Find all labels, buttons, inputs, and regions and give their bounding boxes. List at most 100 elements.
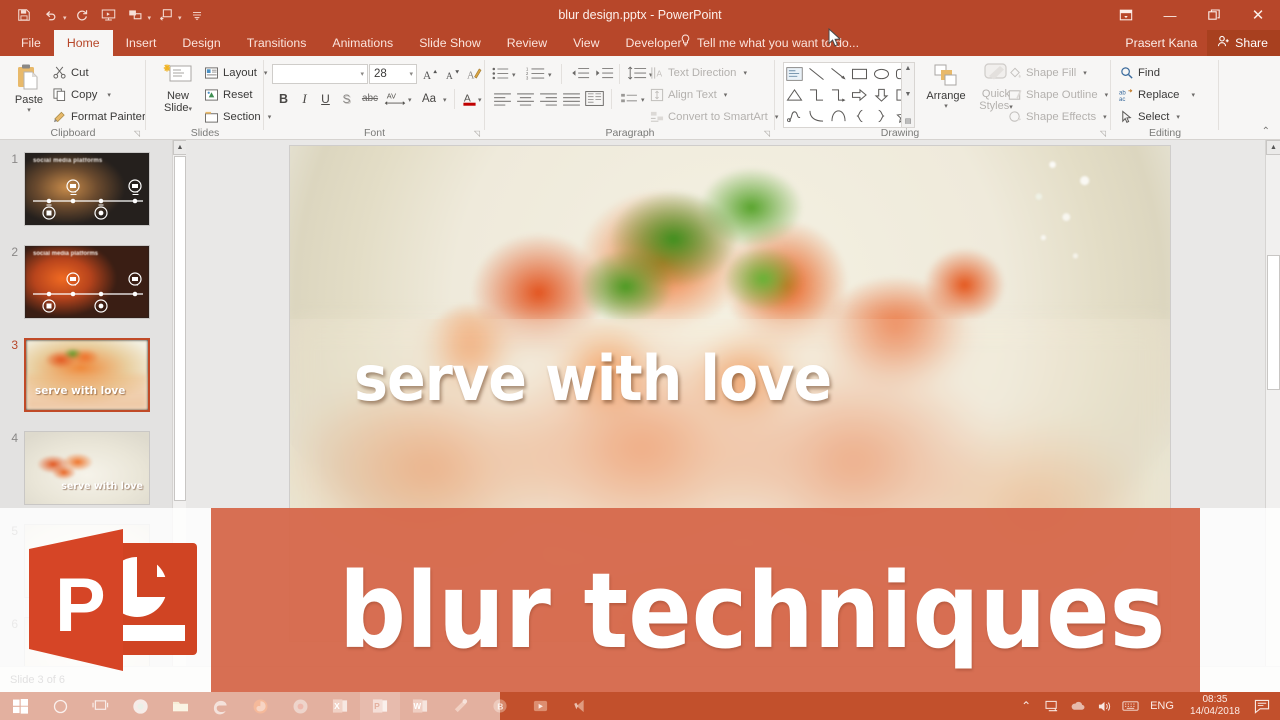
- clock[interactable]: 08:35 14/04/2018: [1182, 694, 1248, 718]
- slide-thumbnail-2[interactable]: social media platforms: [24, 245, 150, 319]
- shapes-scroll-up-icon[interactable]: ▲: [905, 65, 912, 72]
- replace-dropdown-icon[interactable]: ▾: [1191, 91, 1195, 99]
- numbering-button[interactable]: 123: [525, 64, 547, 83]
- line-spacing-button[interactable]: [626, 64, 648, 83]
- tab-transitions[interactable]: Transitions: [234, 30, 320, 56]
- shape-right-brace-icon[interactable]: [871, 105, 893, 126]
- file-explorer-icon[interactable]: [160, 692, 200, 720]
- slide-scrollbar-thumb[interactable]: [1267, 255, 1280, 390]
- shape-outline-dropdown-icon[interactable]: ▾: [1105, 91, 1109, 99]
- shape-elbow-arrow-connector-icon[interactable]: [827, 84, 849, 105]
- chrome-taskbar-icon[interactable]: [280, 692, 320, 720]
- task-view-icon[interactable]: [80, 692, 120, 720]
- numbering-dropdown-icon[interactable]: ▾: [548, 71, 552, 79]
- font-size-dropdown-icon[interactable]: ▾: [409, 70, 413, 78]
- new-slide-button[interactable]: New Slide▾: [154, 62, 202, 116]
- increase-indent-button[interactable]: [593, 64, 615, 83]
- edge-icon[interactable]: [200, 692, 240, 720]
- character-spacing-dropdown-icon[interactable]: ▾: [408, 96, 412, 104]
- align-right-button[interactable]: [537, 89, 559, 108]
- bandicam-icon[interactable]: B: [480, 692, 520, 720]
- align-text-dropdown-icon[interactable]: ▾: [724, 91, 728, 99]
- cut-button[interactable]: Cut: [52, 65, 89, 80]
- italic-button[interactable]: I: [295, 89, 314, 108]
- drawing-dialog-launcher[interactable]: ◹: [1100, 129, 1106, 138]
- slide-thumbnail-3[interactable]: serve with love: [24, 338, 150, 412]
- shape-fill-button[interactable]: Shape Fill ▾: [1007, 65, 1087, 80]
- increase-font-size-button[interactable]: A: [420, 64, 441, 84]
- decrease-font-size-button[interactable]: A: [442, 64, 463, 84]
- share-button[interactable]: Share: [1207, 30, 1280, 56]
- underline-button[interactable]: U: [316, 89, 335, 108]
- undo-dropdown-icon[interactable]: ▾: [63, 14, 67, 22]
- columns-button[interactable]: [583, 89, 605, 108]
- shapes-gallery[interactable]: ▲ ▼ ▤: [783, 62, 915, 128]
- shape-scribble-icon[interactable]: [784, 105, 806, 126]
- decrease-indent-button[interactable]: [569, 64, 591, 83]
- shape-rectangle-icon[interactable]: [849, 63, 871, 84]
- thumbnail-scrollbar-thumb[interactable]: [174, 156, 186, 501]
- change-case-dropdown-icon[interactable]: ▾: [443, 96, 447, 104]
- shape-triangle-icon[interactable]: [784, 84, 806, 105]
- tab-slide-show[interactable]: Slide Show: [406, 30, 494, 56]
- paste-button[interactable]: Paste ▾: [6, 62, 52, 114]
- thumbnail-row-4[interactable]: 4 serve with love: [0, 431, 150, 505]
- tab-file[interactable]: File: [8, 30, 54, 56]
- shapes-scroll-down-icon[interactable]: ▼: [905, 91, 912, 98]
- slide-title-textbox[interactable]: serve with love: [354, 346, 1053, 412]
- tab-insert[interactable]: Insert: [113, 30, 170, 56]
- tab-review[interactable]: Review: [494, 30, 560, 56]
- replace-button[interactable]: ab ac Replace ▾: [1119, 87, 1195, 102]
- bullets-button[interactable]: [491, 64, 511, 83]
- bullets-dropdown-icon[interactable]: ▾: [512, 71, 516, 79]
- thumbnail-row-1[interactable]: 1 social media platforms: [0, 152, 150, 226]
- shape-arc-icon[interactable]: [827, 105, 849, 126]
- shape-down-arrow-icon[interactable]: [871, 84, 893, 105]
- convert-to-smartart-button[interactable]: Convert to SmartArt ▾: [649, 109, 778, 124]
- layout-button[interactable]: Layout ▾: [204, 65, 267, 80]
- thumbnail-row-2[interactable]: 2 social media platforms: [0, 245, 150, 319]
- justify-button[interactable]: [560, 89, 582, 108]
- undo-icon[interactable]: [39, 3, 63, 27]
- slide-scroll-up-button[interactable]: ▲: [1266, 140, 1280, 155]
- shape-left-brace-icon[interactable]: [849, 105, 871, 126]
- format-painter-button[interactable]: Format Painter: [52, 109, 146, 124]
- font-dialog-launcher[interactable]: ◹: [474, 129, 480, 138]
- strikethrough-button[interactable]: abc: [358, 89, 382, 108]
- show-hidden-icons-button[interactable]: ⌃: [1014, 692, 1038, 720]
- shape-right-arrow-icon[interactable]: [849, 84, 871, 105]
- change-case-button[interactable]: Aa: [416, 89, 442, 108]
- shapes-gallery-scrollbar[interactable]: ▲ ▼ ▤: [901, 63, 914, 127]
- shape-effects-button[interactable]: Shape Effects ▾: [1007, 109, 1107, 124]
- paragraph-dialog-launcher[interactable]: ◹: [764, 129, 770, 138]
- tab-view[interactable]: View: [560, 30, 612, 56]
- font-size-input[interactable]: 28 ▾: [369, 64, 417, 84]
- section-button[interactable]: Section ▾: [204, 109, 271, 124]
- language-indicator[interactable]: ENG: [1144, 700, 1180, 712]
- reset-button[interactable]: Reset: [204, 87, 253, 102]
- shape-fill-dropdown-icon[interactable]: ▾: [1083, 69, 1087, 77]
- restore-button[interactable]: [1192, 0, 1236, 30]
- shape-textbox-icon[interactable]: [784, 63, 806, 84]
- shape-outline-button[interactable]: Shape Outline ▾: [1007, 87, 1108, 102]
- select-dropdown-icon[interactable]: ▾: [1176, 113, 1180, 121]
- shape-oval-icon[interactable]: [871, 63, 893, 84]
- network-icon[interactable]: [1040, 692, 1064, 720]
- action-center-icon[interactable]: [1250, 692, 1274, 720]
- thumbnail-row-3[interactable]: 3 serve with love: [0, 338, 150, 412]
- copy-dropdown-icon[interactable]: ▾: [107, 91, 111, 99]
- visual-studio-code-icon[interactable]: [560, 692, 600, 720]
- tab-home[interactable]: Home: [53, 30, 113, 56]
- align-left-button[interactable]: [491, 89, 513, 108]
- text-direction-button[interactable]: A Text Direction ▾: [649, 65, 747, 80]
- font-color-button[interactable]: A: [460, 89, 478, 108]
- chrome-icon[interactable]: [120, 692, 160, 720]
- smartart-columns-dropdown-icon[interactable]: ▾: [641, 96, 645, 104]
- presenter-dropdown-icon[interactable]: ▾: [148, 14, 152, 22]
- firefox-icon[interactable]: [240, 692, 280, 720]
- slide-thumbnail-1[interactable]: social media platforms: [24, 152, 150, 226]
- find-button[interactable]: Find: [1119, 65, 1160, 80]
- excel-icon[interactable]: X: [320, 692, 360, 720]
- word-icon[interactable]: W: [400, 692, 440, 720]
- touch-mode-icon[interactable]: [154, 3, 178, 27]
